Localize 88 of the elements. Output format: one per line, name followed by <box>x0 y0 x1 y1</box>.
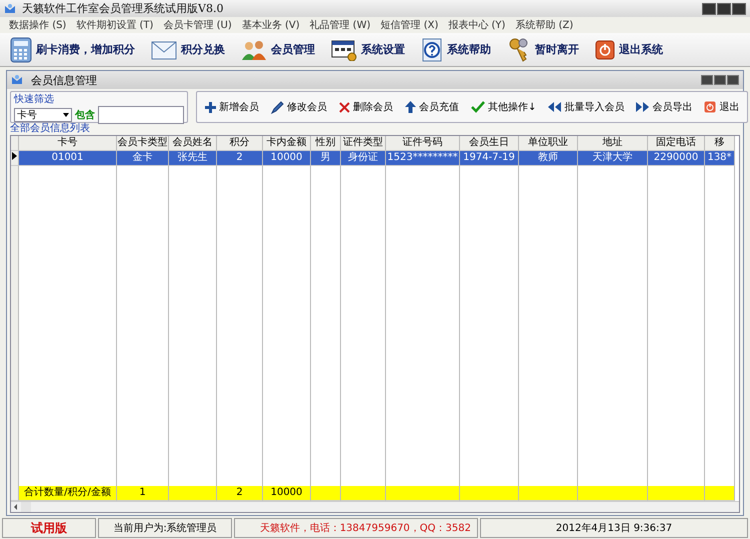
menu-item[interactable]: 礼品管理 (W) <box>306 18 374 32</box>
toolbar-button[interactable]: 刷卡消费，增加积分 <box>8 36 137 62</box>
menu-item[interactable]: 数据操作 (S) <box>6 18 70 32</box>
column-header: 移 <box>705 136 735 151</box>
horizontal-scrollbar[interactable] <box>11 501 739 512</box>
action-button[interactable]: 批量导入会员 <box>546 100 626 114</box>
calculator-icon <box>10 36 32 62</box>
menu-item[interactable]: 软件期初设置 (T) <box>73 18 156 32</box>
menu-item[interactable]: 会员卡管理 (U) <box>160 18 235 32</box>
table-cell: 01001 <box>19 151 117 166</box>
close-icon <box>339 102 350 112</box>
fast-forward-icon <box>636 102 650 112</box>
toolbar-button[interactable]: 退出系统 <box>593 40 665 60</box>
action-button[interactable]: 会员导出 <box>634 100 694 114</box>
column-header: 单位职业 <box>519 136 578 151</box>
action-button[interactable]: 删除会员 <box>337 100 395 114</box>
table-cell: 2290000 <box>648 151 705 166</box>
close-button[interactable] <box>732 2 746 14</box>
power-icon <box>595 40 615 60</box>
total-cell: 1 <box>117 486 169 501</box>
total-cell: 2 <box>217 486 263 501</box>
pen-icon <box>271 100 284 114</box>
rewind-icon <box>548 102 562 112</box>
app-icon <box>11 74 23 86</box>
app-icon <box>4 2 16 14</box>
table-cell: 张先生 <box>169 151 217 166</box>
table-cell: 金卡 <box>117 151 169 166</box>
table-cell: 10000 <box>263 151 311 166</box>
date-time: 2012年4月13日 9:36:37 <box>480 518 748 538</box>
action-button[interactable]: 退出 <box>702 100 742 114</box>
table-cell: 教师 <box>519 151 578 166</box>
action-button[interactable]: 会员充值 <box>403 100 461 114</box>
toolbar-button[interactable]: 积分兑换 <box>149 38 227 60</box>
column-header: 卡号 <box>19 136 117 151</box>
column-header: 地址 <box>578 136 648 151</box>
action-button[interactable]: 修改会员 <box>269 100 329 114</box>
table-cell: 男 <box>311 151 341 166</box>
window-title: 天籁软件工作室会员管理系统试用版V8.0 <box>22 1 224 16</box>
operator-label: 包含 <box>75 108 95 122</box>
column-header: 会员生日 <box>460 136 519 151</box>
child-window-title: 会员信息管理 <box>31 72 97 88</box>
checkmark-icon <box>471 101 485 113</box>
table-row[interactable]: 01001 金卡 张先生 2 10000 男 身份证 1523********* 1974-7-19 教师 天津大学 2290000 138* <box>11 151 739 166</box>
scroll-thumb[interactable] <box>21 502 31 512</box>
caret-icon <box>63 113 69 117</box>
table-cell: 天津大学 <box>578 151 648 166</box>
column-header: 会员姓名 <box>169 136 217 151</box>
menu-item[interactable]: 系统帮助 (Z) <box>512 18 576 32</box>
column-header: 固定电话 <box>648 136 705 151</box>
column-header: 卡内金额 <box>263 136 311 151</box>
window-grid-icon <box>331 38 357 60</box>
column-header: 证件号码 <box>386 136 460 151</box>
table-cell: 2 <box>217 151 263 166</box>
action-button[interactable]: 新增会员 <box>203 100 261 114</box>
table-cell: 1974-7-19 <box>460 151 519 166</box>
column-header: 会员卡类型 <box>117 136 169 151</box>
toolbar-button[interactable]: 暂时离开 <box>505 36 581 62</box>
action-button[interactable]: 其他操作↓ <box>469 100 538 114</box>
column-header: 证件类型 <box>341 136 386 151</box>
toolbar-button[interactable]: 系统帮助 <box>419 38 493 62</box>
list-title: 全部会员信息列表 <box>10 123 91 135</box>
minimize-button[interactable] <box>702 2 716 14</box>
power-icon <box>704 101 716 113</box>
people-icon <box>241 38 267 60</box>
plus-icon <box>205 102 216 112</box>
menu-item[interactable]: 基本业务 (V) <box>238 18 303 32</box>
total-cell: 10000 <box>263 486 311 501</box>
toolbar-button[interactable]: 会员管理 <box>239 38 317 60</box>
filter-title: 快速筛选 <box>14 92 55 106</box>
toolbar-button[interactable]: 系统设置 <box>329 38 407 60</box>
table-cell: 1523********* <box>386 151 460 166</box>
field-dropdown[interactable]: 卡号 <box>14 108 72 122</box>
current-user: 当前用户为:系统管理员 <box>98 518 232 538</box>
maximize-button[interactable] <box>717 2 731 14</box>
menu-item[interactable]: 报表中心 (Y) <box>445 18 508 32</box>
up-arrow-icon <box>405 101 416 113</box>
contact-info: 天籁软件，电话：13847959670，QQ：3582 <box>234 518 478 538</box>
edition-label: 试用版 <box>2 518 96 538</box>
envelope-icon <box>151 38 177 60</box>
column-header: 性别 <box>311 136 341 151</box>
help-icon <box>421 38 443 62</box>
column-header: 积分 <box>217 136 263 151</box>
search-field[interactable] <box>98 106 184 124</box>
total-cell: 合计数量/积分/金额 <box>19 486 117 501</box>
table-cell: 身份证 <box>341 151 386 166</box>
menu-item[interactable]: 短信管理 (X) <box>378 18 442 32</box>
table-cell: 138* <box>705 151 735 166</box>
row-pointer-icon <box>12 152 17 160</box>
